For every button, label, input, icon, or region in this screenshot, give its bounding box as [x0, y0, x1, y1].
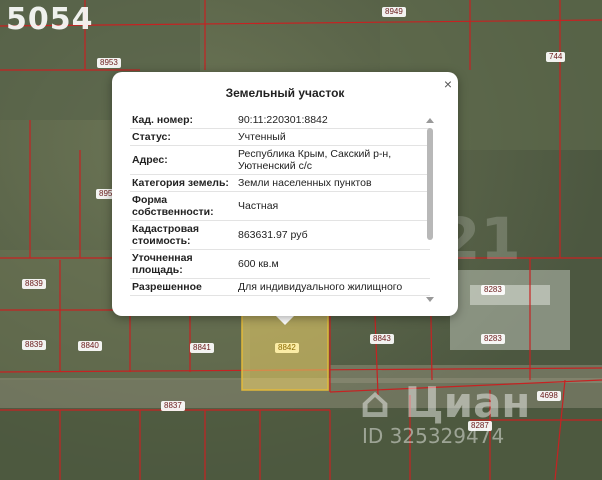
parcel-info-popup: Земельный участок × Кад. номер: 90:11:22…: [112, 72, 458, 316]
close-icon[interactable]: ×: [444, 76, 452, 92]
attribute-label: Уточненная площадь:: [132, 252, 193, 276]
attribute-row: Разрешенное Для индивидуального жилищног…: [130, 279, 430, 296]
watermark-logo: ⌂ Циан: [360, 378, 531, 427]
attribute-label: Статус:: [132, 131, 171, 143]
listing-overlay-id: 5054: [6, 2, 94, 37]
attribute-row: Категория земель: Земли населенных пункт…: [130, 175, 430, 192]
attribute-value: Республика Крым, Сакский р-н, Уютненский…: [238, 148, 392, 172]
popup-title: Земельный участок: [225, 86, 345, 100]
attribute-row: Адрес: Республика Крым, Сакский р-н, Уют…: [130, 146, 430, 175]
parcel-label[interactable]: 8283: [481, 334, 505, 344]
scroll-down-arrow-icon[interactable]: [426, 297, 434, 302]
attribute-label: Адрес:: [132, 154, 168, 166]
scroll-thumb[interactable]: [427, 128, 433, 240]
attribute-row: Уточненная площадь: 600 кв.м: [130, 250, 430, 279]
attribute-row: Кадастровая стоимость: 863631.97 руб: [130, 221, 430, 250]
attribute-value: 90:11:220301:8842: [238, 114, 328, 126]
popup-scrollbar[interactable]: [426, 118, 434, 302]
attribute-value: 600 кв.м: [238, 258, 279, 270]
attribute-label: Категория земель:: [132, 177, 229, 189]
parcel-label[interactable]: 8953: [97, 58, 121, 68]
parcel-label[interactable]: 4698: [537, 391, 561, 401]
parcel-label[interactable]: 8837: [161, 401, 185, 411]
attribute-value: Учтенный: [238, 131, 286, 143]
parcel-label[interactable]: 8843: [370, 334, 394, 344]
attribute-value: Частная: [238, 200, 279, 212]
parcel-label[interactable]: 8283: [481, 285, 505, 295]
attribute-row: Форма собственности: Частная: [130, 192, 430, 221]
parcel-attributes-list[interactable]: Кад. номер: 90:11:220301:8842 Статус: Уч…: [130, 112, 430, 304]
attribute-value: 863631.97 руб: [238, 229, 308, 241]
parcel-label[interactable]: 8839: [22, 340, 46, 350]
attribute-label: Кадастровая стоимость:: [132, 223, 199, 247]
parcel-label-selected[interactable]: 8842: [275, 343, 299, 353]
building: [450, 270, 570, 350]
parcel-label[interactable]: 8949: [382, 7, 406, 17]
parcel-label[interactable]: 744: [546, 52, 566, 62]
parcel-label[interactable]: 8841: [190, 343, 214, 353]
parcel-label[interactable]: 8840: [78, 341, 102, 351]
attribute-label: Кад. номер:: [132, 114, 194, 126]
attribute-value: Для индивидуального жилищного: [238, 281, 403, 293]
attribute-value: Земли населенных пунктов: [238, 177, 372, 189]
attribute-row: Кад. номер: 90:11:220301:8842: [130, 112, 430, 129]
attribute-row: Статус: Учтенный: [130, 129, 430, 146]
watermark-id: ID 325329474: [362, 424, 505, 448]
scroll-up-arrow-icon[interactable]: [426, 118, 434, 123]
parcel-label[interactable]: 8839: [22, 279, 46, 289]
attribute-label: Разрешенное: [132, 281, 202, 293]
attribute-label: Форма собственности:: [132, 194, 214, 218]
